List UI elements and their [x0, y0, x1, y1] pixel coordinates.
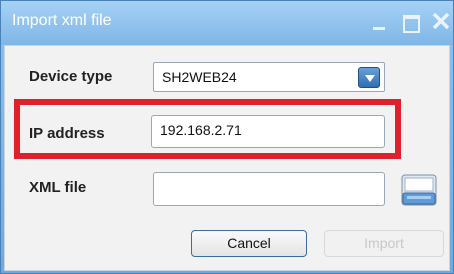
chevron-down-icon[interactable]: [358, 67, 380, 88]
chevron-glyph: [365, 75, 375, 82]
window-title: Import xml file: [12, 12, 112, 29]
close-glyph: [432, 12, 450, 30]
import-xml-dialog: Import xml file Device type SH2WEB24 IP …: [0, 0, 454, 274]
import-button[interactable]: Import: [324, 230, 444, 257]
device-type-label: Device type: [29, 68, 113, 85]
browse-glyph: [401, 174, 437, 206]
xml-file-input[interactable]: [153, 172, 385, 206]
folder-browse-icon[interactable]: [399, 169, 439, 209]
close-icon[interactable]: [429, 9, 453, 33]
xml-file-label: XML file: [29, 179, 87, 196]
minimize-icon[interactable]: [367, 9, 391, 33]
title-bar[interactable]: Import xml file: [1, 1, 453, 45]
device-type-value: SH2WEB24: [162, 69, 237, 85]
ip-address-label: IP address: [29, 125, 105, 142]
cancel-button[interactable]: Cancel: [191, 230, 307, 257]
maximize-icon[interactable]: [399, 9, 423, 33]
device-type-select[interactable]: SH2WEB24: [153, 62, 385, 92]
ip-address-input[interactable]: 192.168.2.71: [151, 115, 385, 148]
